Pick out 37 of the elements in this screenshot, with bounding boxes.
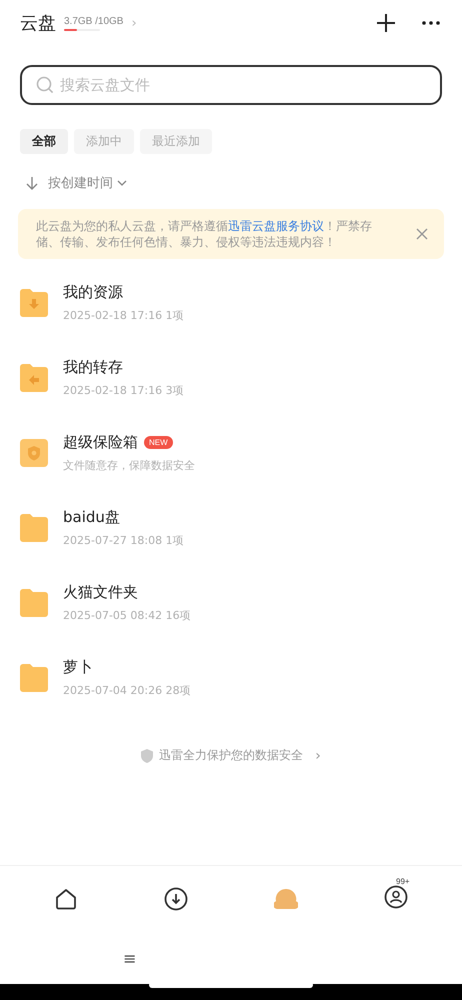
file-name[interactable]: 萝卜 [63,658,93,677]
new-badge: NEW [144,436,173,449]
safe-icon [20,439,48,467]
folder-icon [20,289,48,317]
shield-icon [141,748,154,762]
sort-option[interactable]: 按创建时间 [48,174,113,192]
file-details: 2025-02-18 17:16 1项 [63,308,184,323]
file-details: 2025-07-04 20:26 28项 [63,683,191,698]
notice-text: 此云盘为您的私人云盘，请严格遵循迅雷云盘服务协议！严禁存储、传输、发布任何色情、暴力、侵权等违法违规内容！ [36,218,373,250]
file-details: 文件随意存，保障数据安全 [63,458,195,473]
file-details: 2025-02-18 17:16 3项 [63,383,184,398]
chevron-down-icon[interactable] [117,180,127,186]
notification-count: 99+ [396,877,410,886]
close-icon[interactable] [416,228,428,240]
folder-icon [20,664,48,692]
folder-icon [20,364,48,392]
more-icon[interactable] [422,21,440,25]
agreement-link[interactable]: 迅雷云盘服务协议 [228,219,324,233]
file-name[interactable]: 火猫文件夹 [63,583,138,602]
file-name[interactable]: baidu盘 [63,508,120,527]
file-name[interactable]: 超级保险箱 [63,433,138,452]
filter-tab[interactable]: 全部 [20,129,68,154]
file-details: 2025-07-27 18:08 1项 [63,533,184,548]
file-name[interactable]: 我的资源 [63,283,123,302]
search-field[interactable]: 搜索云盘文件 [20,65,442,105]
folder-icon [20,514,48,542]
add-icon[interactable] [376,13,396,33]
page-title: 云盘 [20,12,56,35]
file-details: 2025-07-05 08:42 16项 [63,608,191,623]
menu-icon[interactable]: ≡ [123,948,136,968]
home-icon[interactable] [55,888,77,910]
folder-icon [20,589,48,617]
download-icon[interactable] [164,887,188,911]
storage-usage[interactable]: 3.7GB /10GB [64,16,124,26]
arrow-down-icon [26,176,38,190]
file-name[interactable]: 我的转存 [63,358,123,377]
profile-icon[interactable] [384,885,408,909]
